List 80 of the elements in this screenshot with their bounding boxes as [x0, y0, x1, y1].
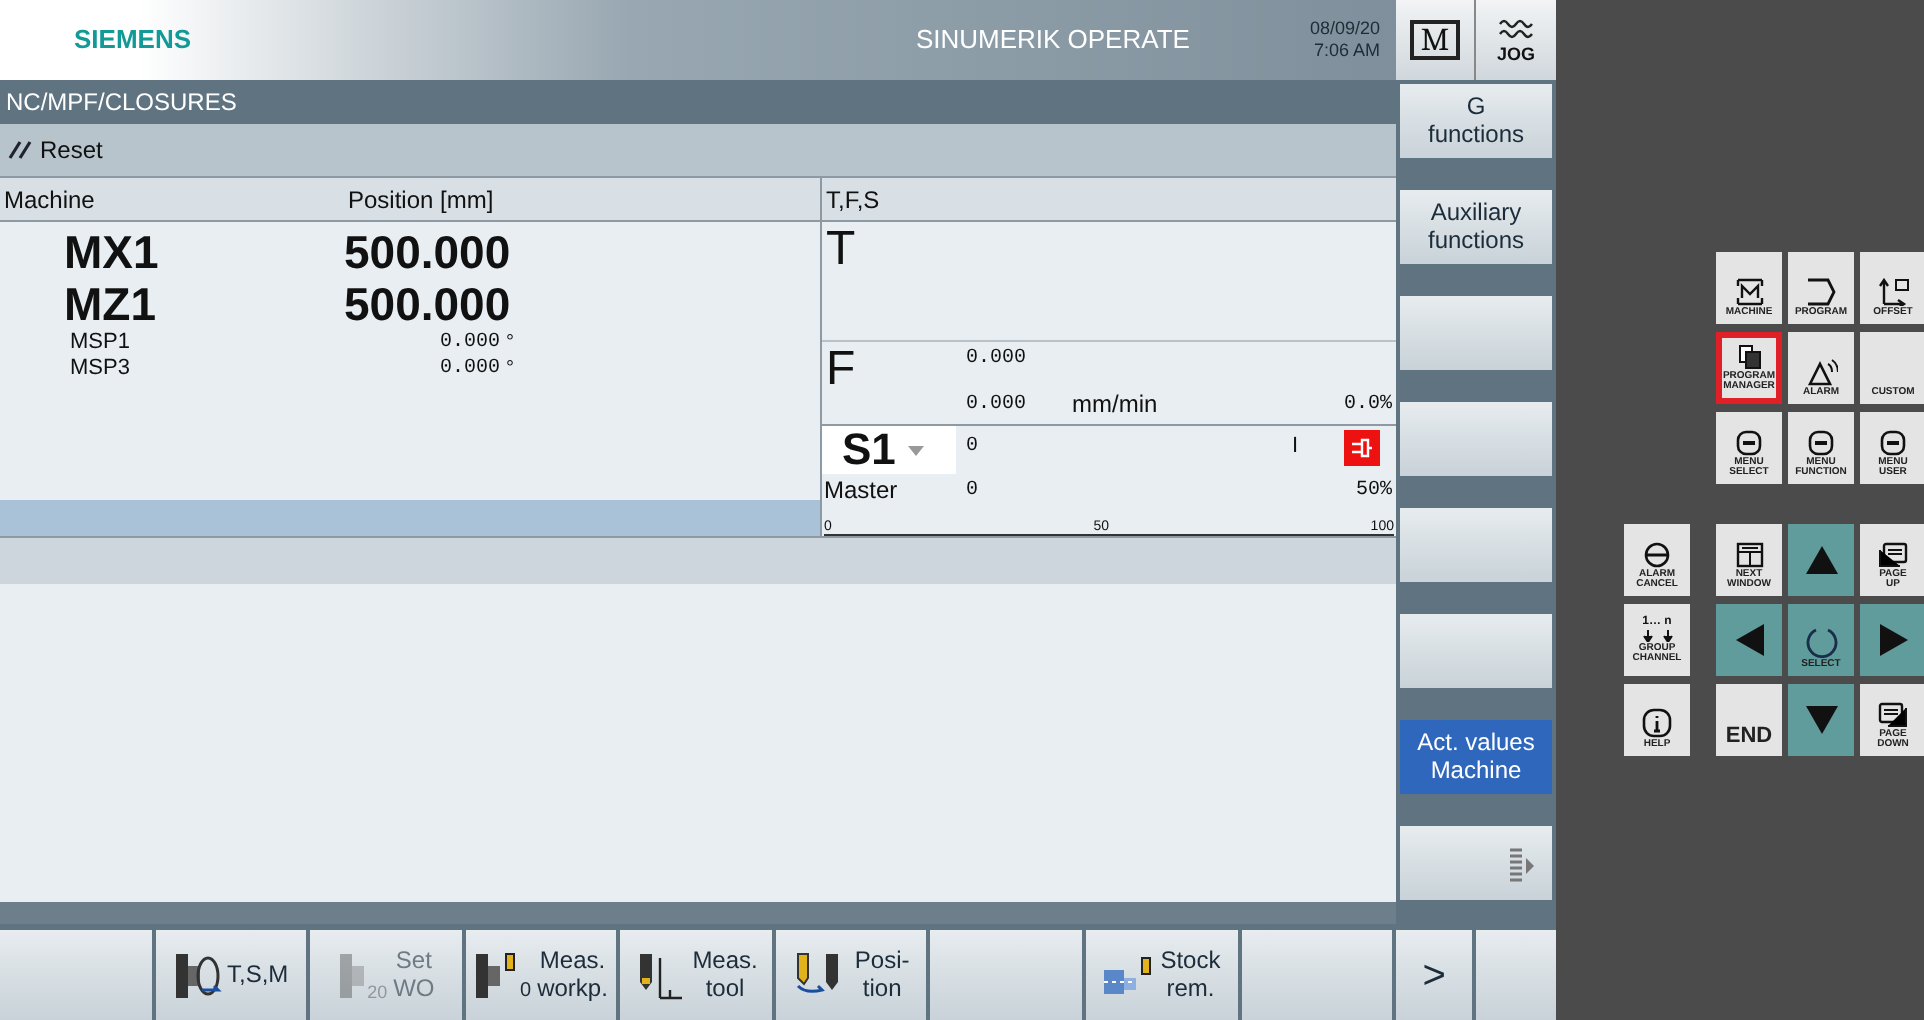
spindle-mode: Master [822, 478, 900, 502]
column-header: Machine [4, 183, 97, 217]
axis-position: 0.000 [437, 356, 500, 382]
machine-mode-indicator: M [1396, 0, 1476, 80]
horizontal-softkey[interactable]: 0 Meas. workp. [465, 930, 617, 1020]
menu-icon [1736, 429, 1762, 455]
unit-text: ° [506, 356, 514, 384]
info-icon [1642, 707, 1672, 738]
spindle-actual: 0 [966, 482, 979, 502]
right-arrow-icon [1877, 622, 1909, 658]
keypad-key[interactable]: END [1716, 684, 1782, 756]
cancel-icon [1644, 541, 1670, 567]
feed-programmed: 0.000 [966, 346, 1029, 374]
measure-tool-icon [634, 949, 687, 1001]
horizontal-softkey[interactable]: Stock rem. [1085, 930, 1237, 1020]
keypad-key[interactable] [1788, 524, 1854, 596]
spindle-marker: I [1291, 432, 1298, 463]
feed-unit: mm/min [1072, 388, 1158, 422]
tool-spindle-icon [173, 949, 221, 1001]
vertical-softkey[interactable] [1400, 826, 1552, 900]
page-icon [1878, 541, 1908, 567]
unit-text: ° [506, 330, 514, 358]
product-name: SINUMERIK OPERATE [915, 22, 1190, 59]
left-arrow-icon [1733, 622, 1765, 658]
window-icon [1735, 541, 1763, 567]
horizontal-softkey[interactable] [0, 930, 152, 1020]
axis-position: 0.000 [437, 330, 500, 356]
vertical-softkey[interactable] [1400, 508, 1552, 582]
vertical-softkey[interactable] [1400, 402, 1552, 476]
axis-position: 500.000 [344, 226, 511, 278]
vertical-softkey[interactable] [1400, 296, 1552, 370]
vertical-softkey[interactable]: Auxiliary functions [1400, 190, 1552, 264]
up-arrow-icon [1803, 544, 1839, 576]
bracket-icon [1805, 277, 1837, 306]
axis-name: MSP1 [68, 328, 132, 358]
feed-label: F [824, 342, 858, 400]
machine-icon [1733, 277, 1765, 306]
keypad-key[interactable] [1788, 684, 1854, 756]
alarm-icon [1805, 357, 1837, 386]
offset-icon [1877, 277, 1909, 306]
horizontal-softkey[interactable]: Meas. tool [620, 930, 772, 1020]
axis-name: MZ1 [62, 278, 158, 330]
down-arrows-icon [1641, 629, 1673, 642]
dropdown-caret-icon [907, 445, 924, 455]
keypad-key[interactable] [1860, 604, 1924, 676]
axis-name: MSP3 [68, 354, 132, 385]
more-icon [1508, 845, 1536, 881]
brand-logo: SIEMENS [74, 22, 192, 59]
page-icon [1878, 701, 1908, 727]
menu-icon [1880, 429, 1906, 455]
channel-status: Reset [40, 134, 103, 168]
vertical-softkey[interactable]: G functions [1400, 84, 1552, 158]
vertical-softkey[interactable] [1400, 614, 1552, 688]
vertical-softkey[interactable]: Act. values Machine [1400, 720, 1552, 794]
panel-header: T,F,S [822, 178, 1396, 222]
reset-icon [8, 140, 32, 160]
date-text: 08/09/20 [1309, 17, 1380, 40]
feed-override: 0.0% [1343, 391, 1392, 419]
horizontal-softkey[interactable]: T,S,M [155, 930, 307, 1020]
program-path-bar: NC/MPF/CLOSURES [0, 80, 1396, 124]
horizontal-softkey[interactable] [930, 930, 1082, 1020]
spindle-selector[interactable]: S1 [822, 426, 956, 474]
axis-name: MX1 [62, 226, 161, 278]
horizontal-softkey[interactable] [1476, 930, 1557, 1020]
feed-actual: 0.000 [966, 391, 1029, 419]
tool-label: T [824, 222, 856, 276]
operating-mode-indicator: JOG [1476, 0, 1556, 80]
documents-icon [1737, 343, 1761, 369]
keypad-key[interactable] [1716, 604, 1782, 676]
horizontal-softkey[interactable]: Posi- tion [775, 930, 927, 1020]
down-arrow-icon [1803, 704, 1839, 736]
menu-icon [1808, 429, 1834, 455]
spindle-status-icon [1344, 429, 1380, 465]
spindle-set: 0 [966, 434, 979, 462]
horizontal-softkey[interactable] [1241, 930, 1393, 1020]
axis-position: 500.000 [344, 278, 511, 330]
spindle-override: 50% [1355, 482, 1392, 502]
time-text: 7:06 AM [1313, 40, 1380, 63]
horizontal-softkey[interactable]: > [1396, 930, 1473, 1020]
column-header: Position [mm] [348, 183, 494, 217]
